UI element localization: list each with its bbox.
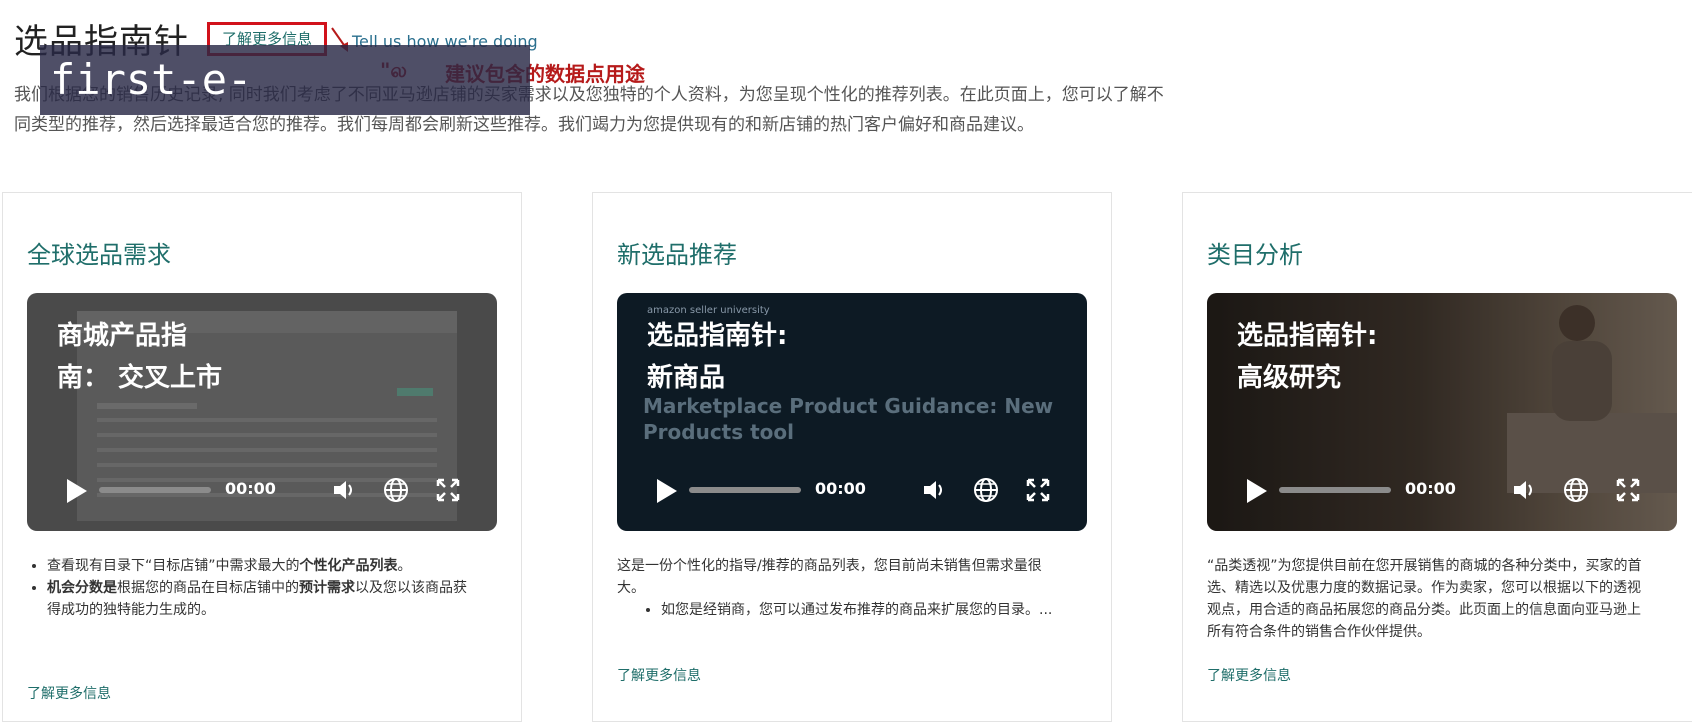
play-icon[interactable] xyxy=(1247,479,1267,503)
video-caption: 选品指南针: 新商品 xyxy=(647,321,788,393)
time-display: 00:00 xyxy=(1405,479,1456,498)
list-item: 查看现有目录下“目标店铺”中需求最大的个性化产品列表。 xyxy=(47,555,467,577)
video-controls: 00:00 xyxy=(67,475,460,505)
card-description: 这是一份个性化的指导/推荐的商品列表，您目前尚未销售但需求量很大。 如您是经销商… xyxy=(617,555,1057,621)
card-title: 新选品推荐 xyxy=(617,241,737,269)
volume-icon[interactable] xyxy=(1511,477,1537,503)
learn-more-link[interactable]: 了解更多信息 xyxy=(27,683,111,703)
video-controls: 00:00 xyxy=(657,475,1050,505)
video-controls: 00:00 xyxy=(1247,475,1640,505)
card-category-analysis: 类目分析 选品指南针: 高级研究 00:00 “品类透视”为您提供目前在您开展销… xyxy=(1182,192,1692,722)
progress-bar[interactable] xyxy=(99,487,211,493)
video-caption: 商城产品指 南： 交叉上市 xyxy=(57,321,223,393)
list-item: 机会分数是根据您的商品在目标店铺中的预计需求以及您以该商品获得成功的独特能力生成… xyxy=(47,577,467,621)
play-icon[interactable] xyxy=(657,479,677,503)
progress-bar[interactable] xyxy=(689,487,801,493)
list-item: 如您是经销商，您可以通过发布推荐的商品来扩展您的目录。... xyxy=(661,599,1057,621)
fullscreen-icon[interactable] xyxy=(1615,477,1641,503)
progress-bar[interactable] xyxy=(1279,487,1391,493)
time-display: 00:00 xyxy=(815,479,866,498)
globe-icon[interactable] xyxy=(973,477,999,503)
fullscreen-icon[interactable] xyxy=(1025,477,1051,503)
card-description: “品类透视”为您提供目前在您开展销售的商城的各种分类中，买家的首选、精选以及优惠… xyxy=(1207,558,1642,640)
card-global-demand: 全球选品需求 商城产品指 南： 交叉上市 00:00 • 查看现有目录下“目标店… xyxy=(2,192,522,722)
learn-more-link[interactable]: 了解更多信息 xyxy=(617,665,701,685)
card-title: 类目分析 xyxy=(1207,241,1303,269)
video-player[interactable]: amazon seller university 选品指南针: 新商品 Mark… xyxy=(617,293,1087,531)
fullscreen-icon[interactable] xyxy=(435,477,461,503)
card-description: 查看现有目录下“目标店铺”中需求最大的个性化产品列表。 机会分数是根据您的商品在… xyxy=(27,555,467,621)
video-player[interactable]: 选品指南针: 高级研究 00:00 xyxy=(1207,293,1677,531)
video-player[interactable]: 商城产品指 南： 交叉上市 00:00 xyxy=(27,293,497,531)
card-new-products: 新选品推荐 amazon seller university 选品指南针: 新商… xyxy=(592,192,1112,722)
card-title: 全球选品需求 xyxy=(27,241,171,269)
watermark: first-e-kaiyun.com.cn xyxy=(40,45,530,174)
globe-icon[interactable] xyxy=(1563,477,1589,503)
play-icon[interactable] xyxy=(67,479,87,503)
globe-icon[interactable] xyxy=(383,477,409,503)
learn-more-link[interactable]: 了解更多信息 xyxy=(1207,665,1291,685)
video-caption: 选品指南针: 高级研究 xyxy=(1237,321,1378,393)
volume-icon[interactable] xyxy=(331,477,357,503)
volume-icon[interactable] xyxy=(921,477,947,503)
time-display: 00:00 xyxy=(225,479,276,498)
video-subtitle: Marketplace Product Guidance: New Produc… xyxy=(643,394,1054,444)
